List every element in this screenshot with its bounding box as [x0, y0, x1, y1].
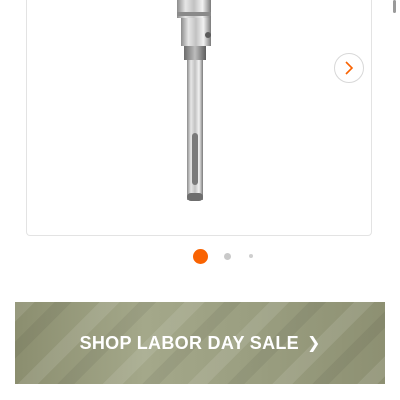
carousel-next-button[interactable]	[334, 53, 364, 83]
pagination-dot-active[interactable]	[193, 249, 208, 264]
pagination-dot[interactable]	[224, 253, 231, 260]
chevron-right-icon: ❯	[307, 335, 321, 352]
labor-day-sale-banner[interactable]: SHOP LABOR DAY SALE ❯	[15, 302, 385, 384]
page-scrollbar[interactable]	[393, 0, 396, 13]
pagination-dot[interactable]	[249, 254, 253, 258]
chevron-right-icon	[345, 61, 354, 75]
banner-label: SHOP LABOR DAY SALE	[79, 332, 299, 353]
carousel-pagination	[0, 248, 400, 264]
product-image	[177, 0, 211, 201]
product-image-carousel[interactable]	[26, 0, 372, 236]
